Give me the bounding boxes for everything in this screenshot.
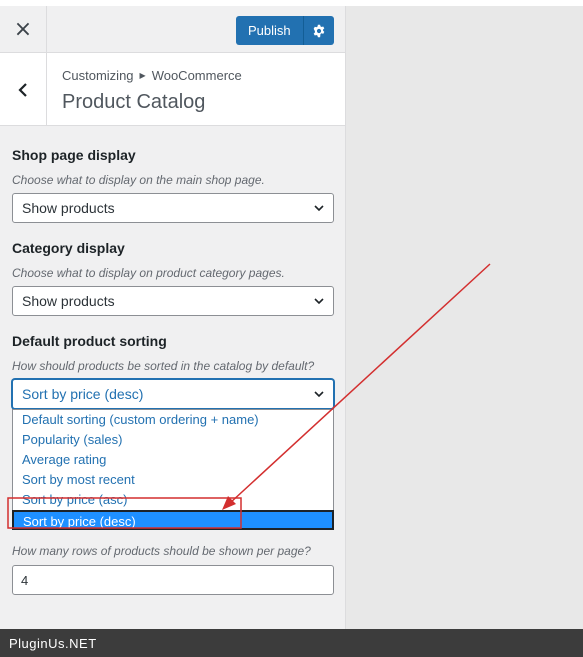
sorting-desc: How should products be sorted in the cat… <box>12 359 315 373</box>
shop-display-desc: Choose what to display on the main shop … <box>12 173 265 187</box>
sorting-section: Default product sorting How should produ… <box>12 333 334 373</box>
chevron-down-icon <box>314 391 324 398</box>
chevron-down-icon <box>314 205 324 212</box>
shop-display-title: Shop page display <box>12 147 136 163</box>
category-display-desc: Choose what to display on product catego… <box>12 266 285 280</box>
section-header: Customizing ▶ WooCommerce Product Catalo… <box>0 53 345 126</box>
rows-desc: How many rows of products should be show… <box>12 544 311 558</box>
caret-right-icon: ▶ <box>139 71 146 80</box>
sorting-option[interactable]: Default sorting (custom ordering + name) <box>13 410 333 430</box>
close-icon: × <box>13 17 33 42</box>
category-display-section: Category display Choose what to display … <box>12 240 334 280</box>
customizer-sidebar: × Publish Customizing ▶ WooCommerce Prod… <box>0 6 346 629</box>
chevron-left-icon <box>18 82 27 97</box>
category-display-value: Show products <box>22 293 115 309</box>
shop-display-select[interactable]: Show products <box>12 193 334 223</box>
breadcrumb-root: Customizing <box>62 68 134 83</box>
close-button[interactable]: × <box>0 6 47 53</box>
shop-display-value: Show products <box>22 200 115 216</box>
category-display-select[interactable]: Show products <box>12 286 334 316</box>
rows-value: 4 <box>21 572 29 588</box>
customizer-topbar: × Publish <box>0 6 345 53</box>
sorting-value: Sort by price (desc) <box>22 386 144 402</box>
watermark-footer: PluginUs.NET <box>0 629 583 657</box>
publish-button[interactable]: Publish <box>236 16 304 45</box>
sorting-option[interactable]: Sort by price (asc) <box>13 490 333 510</box>
rows-section: How many rows of products should be show… <box>12 544 334 558</box>
sorting-select[interactable]: Sort by price (desc) <box>12 379 334 409</box>
gear-icon <box>313 24 324 37</box>
chevron-down-icon <box>314 298 324 305</box>
footer-text: PluginUs.NET <box>9 635 97 651</box>
sorting-option[interactable]: Sort by most recent <box>13 470 333 490</box>
back-button[interactable] <box>0 53 47 126</box>
shop-display-section: Shop page display Choose what to display… <box>12 147 334 187</box>
sorting-option-selected[interactable]: Sort by price (desc) <box>12 510 334 530</box>
sorting-dropdown-list: Default sorting (custom ordering + name)… <box>12 409 334 530</box>
sorting-title: Default product sorting <box>12 333 167 349</box>
category-display-title: Category display <box>12 240 125 256</box>
breadcrumb-child: WooCommerce <box>151 68 242 83</box>
rows-per-page-input[interactable]: 4 <box>12 565 334 595</box>
sorting-option[interactable]: Average rating <box>13 450 333 470</box>
preview-pane <box>346 6 583 629</box>
publish-settings-button[interactable] <box>303 16 334 45</box>
publish-group: Publish <box>236 16 334 45</box>
sorting-option[interactable]: Popularity (sales) <box>13 430 333 450</box>
breadcrumb: Customizing ▶ WooCommerce <box>62 68 242 83</box>
page-title: Product Catalog <box>62 91 206 113</box>
